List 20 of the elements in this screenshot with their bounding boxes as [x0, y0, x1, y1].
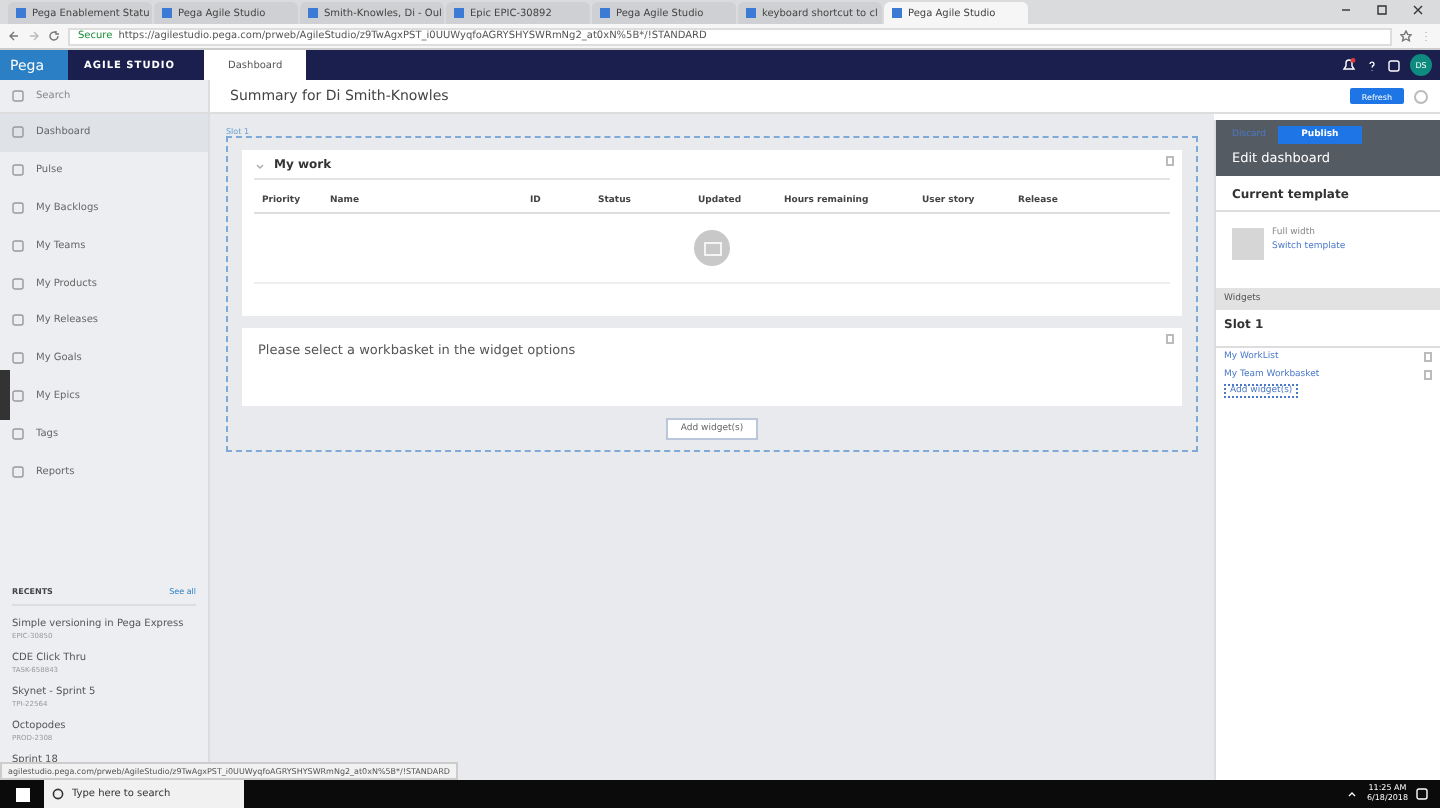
page-icon — [454, 8, 464, 18]
reload-icon[interactable] — [48, 30, 60, 42]
page-icon — [746, 8, 756, 18]
close-icon[interactable] — [1412, 4, 1424, 16]
cortana-icon — [52, 788, 64, 800]
page-icon — [892, 8, 902, 18]
template-thumbnail — [1232, 228, 1264, 260]
back-icon[interactable] — [8, 30, 20, 42]
chevron-icon[interactable] — [254, 159, 266, 171]
page-icon — [308, 8, 318, 18]
help-icon[interactable] — [1366, 59, 1378, 71]
page-icon — [162, 8, 172, 18]
page-icon — [600, 8, 610, 18]
chevron-up-icon[interactable] — [1346, 788, 1359, 800]
windows-icon[interactable] — [15, 787, 29, 801]
maximize-icon[interactable] — [1376, 4, 1388, 16]
minimize-icon[interactable] — [1340, 4, 1352, 16]
bell-icon[interactable] — [1342, 58, 1356, 72]
page-icon — [16, 8, 26, 18]
empty-inbox-icon — [694, 230, 730, 266]
